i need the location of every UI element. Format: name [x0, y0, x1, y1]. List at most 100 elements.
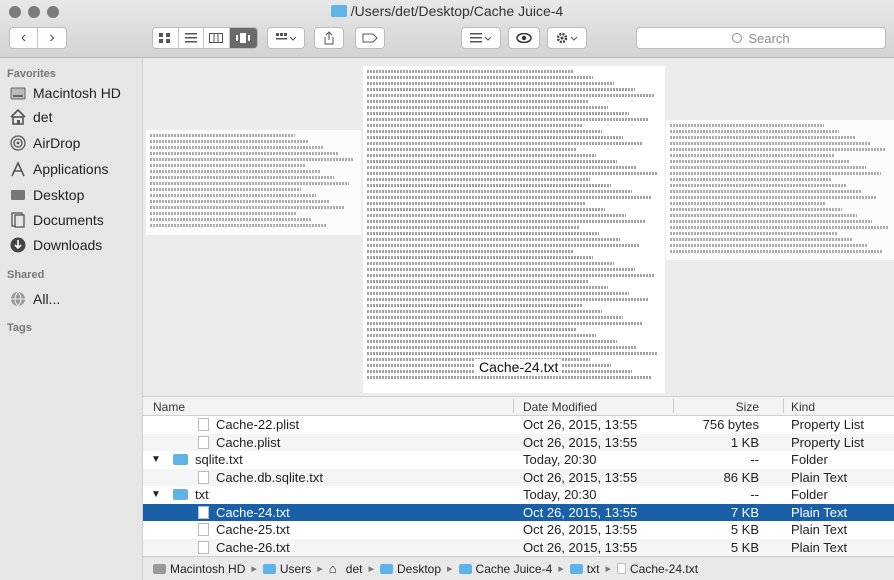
text-line	[367, 322, 644, 325]
text-line	[367, 298, 650, 301]
path-item[interactable]: Users	[262, 562, 311, 576]
kind-column-header[interactable]: Kind	[791, 400, 815, 414]
path-item[interactable]: Macintosh HD	[153, 562, 245, 576]
text-line	[150, 170, 320, 173]
text-line	[670, 136, 855, 139]
text-line	[367, 178, 591, 181]
cover-flow-view-button[interactable]	[229, 28, 257, 48]
sidebar-item-airdrop[interactable]: AirDrop	[10, 132, 80, 154]
text-line	[150, 164, 306, 167]
path-item-label: Desktop	[396, 561, 442, 576]
arrange-menu-button[interactable]	[461, 27, 501, 49]
disclosure-triangle-icon[interactable]: ▼	[151, 489, 161, 500]
action-menu-button[interactable]	[547, 27, 587, 49]
table-row[interactable]: Cache-22.plist Oct 26, 2015, 13:55 756 byt…	[143, 416, 894, 433]
text-line	[367, 214, 626, 217]
text-line	[367, 238, 620, 241]
quick-look-button[interactable]	[508, 27, 540, 49]
text-line	[670, 208, 842, 211]
file-size: 756 bytes	[702, 417, 759, 432]
document-text-preview	[670, 124, 890, 256]
date-modified: Oct 26, 2015, 13:55	[523, 539, 638, 555]
file-name: Cache-24.txt	[216, 504, 290, 520]
list-view-button[interactable]	[179, 28, 205, 48]
date-modified-column-header[interactable]: Date Modified	[523, 400, 597, 414]
group-menu-button[interactable]	[267, 27, 305, 49]
text-line	[367, 316, 623, 319]
path-item-label: Cache-24.txt	[630, 561, 699, 576]
back-button[interactable]: ‹	[10, 28, 39, 48]
folder-icon	[173, 454, 188, 465]
table-row[interactable]: ▼ sqlite.txt Today, 20:30 -- Folder	[143, 451, 894, 468]
search-field[interactable]: Search	[636, 27, 886, 49]
text-line	[367, 196, 653, 199]
date-modified: Oct 26, 2015, 13:55	[523, 522, 638, 537]
path-item[interactable]: Cache-24.txt	[617, 562, 698, 576]
table-row[interactable]: Cache.plist Oct 26, 2015, 13:55 1 KB Proper…	[143, 433, 894, 451]
folder-icon	[173, 489, 188, 500]
cover-flow-icon	[236, 33, 251, 43]
column-divider	[513, 399, 514, 413]
text-line	[670, 160, 851, 163]
sidebar-item-all[interactable]: All...	[10, 288, 60, 310]
text-line	[367, 166, 638, 169]
text-line	[367, 226, 579, 229]
airdrop-icon	[10, 135, 26, 151]
cover-flow-item-right[interactable]	[666, 120, 894, 260]
sidebar-item-documents[interactable]: Documents	[10, 209, 104, 231]
sidebar-item-det[interactable]: det	[10, 106, 52, 128]
path-item[interactable]: Cache Juice-4	[458, 561, 553, 576]
share-button[interactable]	[314, 27, 344, 49]
sidebar-item-downloads[interactable]: Downloads	[10, 234, 102, 256]
file-name: Cache.plist	[216, 434, 281, 450]
table-row[interactable]: Cache-24.txt Oct 26, 2015, 13:55 7 KB Plain…	[143, 503, 894, 521]
text-line	[670, 190, 862, 193]
file-name: Cache-22.plist	[216, 417, 300, 432]
table-row[interactable]: Cache.db.sqlite.txt Oct 26, 2015, 13:55 86…	[143, 468, 894, 486]
text-line	[367, 88, 635, 91]
text-line	[367, 376, 653, 379]
disclosure-triangle-icon[interactable]: ▼	[151, 454, 161, 465]
column-view-button[interactable]	[204, 28, 230, 48]
share-icon	[324, 31, 334, 45]
table-row[interactable]: Cache-25.txt Oct 26, 2015, 13:55 5 KB Plain…	[143, 521, 894, 538]
forward-button[interactable]: ›	[38, 28, 66, 48]
column-header: Name Date Modified Size Kind	[143, 396, 894, 416]
forward-icon: ›	[49, 29, 55, 46]
text-line	[670, 154, 835, 157]
name-column-header[interactable]: Name	[153, 400, 185, 414]
path-item[interactable]: ⌂ det	[329, 562, 363, 576]
icon-view-button[interactable]	[153, 28, 179, 48]
sidebar-item-macintosh-hd[interactable]: Macintosh HD	[10, 82, 121, 104]
view-mode-control	[152, 27, 258, 49]
table-row[interactable]: ▼ txt Today, 20:30 -- Folder	[143, 486, 894, 503]
table-row[interactable]: Cache-26.txt Oct 26, 2015, 13:55 5 KB Plain…	[143, 538, 894, 556]
text-line	[367, 136, 623, 139]
text-line	[367, 250, 573, 253]
path-item[interactable]: Desktop	[379, 561, 442, 576]
text-line	[367, 286, 609, 289]
home-icon: ⌂	[328, 560, 337, 576]
cover-flow-preview[interactable]: Cache-24.txt	[143, 58, 894, 396]
sidebar-item-applications[interactable]: Applications	[10, 158, 109, 180]
sidebar-item-desktop[interactable]: Desktop	[10, 184, 84, 206]
title-bar: /Users/det/Desktop/Cache Juice-4 ‹ › Sea…	[0, 0, 894, 58]
size-column-header[interactable]: Size	[736, 400, 759, 414]
column-divider	[783, 399, 784, 413]
date-modified: Today, 20:30	[523, 452, 597, 467]
text-line	[670, 232, 838, 235]
text-line	[367, 118, 650, 121]
path-separator-icon: ▸	[558, 563, 564, 575]
applications-icon	[11, 161, 25, 177]
cover-flow-item-center[interactable]	[363, 66, 665, 393]
path-item[interactable]: txt	[569, 562, 599, 576]
text-line	[670, 226, 888, 229]
sidebar-item-label: Downloads	[33, 237, 103, 253]
path-item-label: Cache Juice-4	[475, 561, 553, 576]
folder-icon	[262, 563, 276, 574]
disk-icon	[10, 87, 26, 100]
text-line	[367, 172, 659, 175]
tag-button[interactable]	[355, 27, 385, 49]
text-line	[367, 106, 609, 109]
cover-flow-item-left[interactable]	[146, 130, 361, 235]
